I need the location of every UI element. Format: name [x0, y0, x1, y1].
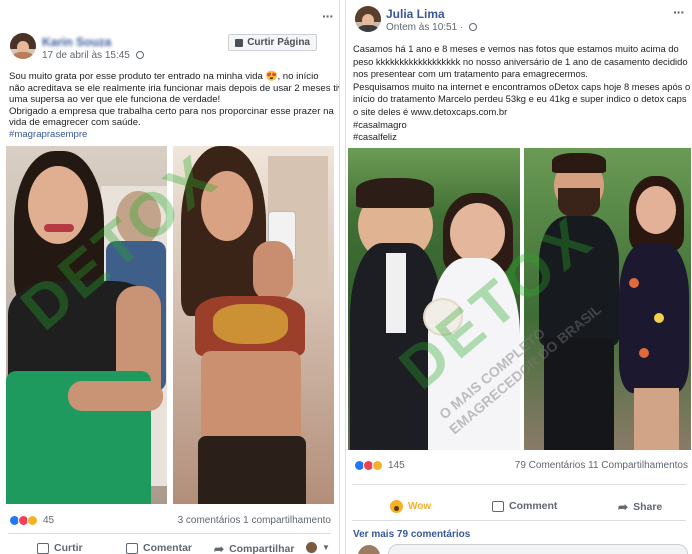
- right-more-options-icon[interactable]: ···: [673, 4, 685, 20]
- comment-bubble-icon: [492, 500, 504, 512]
- right-reaction-count: 145: [388, 460, 405, 471]
- left-like-label: Curtir: [54, 542, 83, 554]
- share-arrow-icon: ➦: [618, 500, 629, 514]
- left-comment-button[interactable]: Comentar: [126, 542, 192, 554]
- thumbs-up-icon: [37, 542, 49, 554]
- left-reaction-summary[interactable]: 45: [9, 515, 54, 526]
- right-comment-label: Comment: [509, 500, 558, 512]
- profile-avatar-icon: [306, 542, 317, 553]
- left-hashtag-link[interactable]: #magraprasempre: [9, 129, 339, 141]
- right-after-photo[interactable]: [524, 148, 691, 450]
- thumbs-up-icon: [235, 38, 244, 47]
- left-author-name[interactable]: Karin Souza: [42, 35, 111, 49]
- left-text-line: uma supersa ao ver que ele funciona de v…: [9, 94, 221, 106]
- left-more-options-icon[interactable]: ···: [322, 8, 334, 24]
- left-before-photo[interactable]: [6, 146, 167, 504]
- left-text-line: não acreditava se ele realmente iria fun…: [9, 82, 340, 94]
- left-comment-label: Comentar: [143, 542, 193, 554]
- right-post-text: Casamos há 1 ano e 8 meses e vemos nas f…: [353, 43, 690, 144]
- share-arrow-icon: ➦: [214, 542, 225, 554]
- chevron-down-icon: ▼: [322, 543, 330, 552]
- right-text-line: Pesquisamos muito na internet e encontra…: [353, 80, 691, 92]
- left-post-timestamp[interactable]: 17 de abril às 15:45: [42, 50, 144, 61]
- globe-icon: [135, 51, 144, 59]
- right-author-name[interactable]: Julia Lima: [386, 7, 445, 21]
- right-reaction-summary[interactable]: 145: [354, 460, 405, 471]
- left-audience-selector[interactable]: ▼: [306, 542, 330, 553]
- comment-bubble-icon: [126, 542, 138, 554]
- right-post-card: Julia Lima Ontem às 10:51 · ··· Casamos …: [345, 0, 692, 554]
- left-text-line: Obrigado a empresa que trabalha certo pa…: [9, 105, 334, 117]
- left-author-avatar[interactable]: [10, 33, 36, 59]
- right-text-line: peso kkkkkkkkkkkkkkkkkk no nosso anivers…: [353, 55, 688, 67]
- right-post-timestamp[interactable]: Ontem às 10:51 ·: [386, 22, 478, 33]
- left-share-label: Compartilhar: [229, 543, 295, 554]
- right-text-line: nos presentear com um tratamento para em…: [353, 68, 589, 80]
- right-wow-button[interactable]: Wow: [390, 500, 431, 513]
- right-comments-shares[interactable]: 79 Comentários 11 Compartilhamentos: [515, 460, 688, 471]
- right-share-button[interactable]: ➦ Share: [618, 500, 662, 514]
- left-text-line: Sou muito grata por esse produto ter ent…: [9, 71, 319, 82]
- left-after-photo[interactable]: [173, 146, 334, 504]
- right-wow-label: Wow: [408, 501, 432, 512]
- left-post-card: Karin Souza 17 de abril às 15:45 ··· Cur…: [0, 0, 340, 554]
- wow-reaction-icon: [372, 460, 383, 471]
- like-page-label: Curtir Página: [247, 37, 310, 48]
- right-share-label: Share: [633, 501, 663, 513]
- right-text-line: o site deles é www.detoxcaps.com.br: [353, 105, 508, 117]
- left-post-time-text[interactable]: 17 de abril às 15:45: [42, 50, 130, 61]
- wow-face-icon: [390, 500, 403, 513]
- left-text-line: vida de emagrecer com saúde.: [9, 117, 141, 129]
- right-comment-button[interactable]: Comment: [492, 500, 557, 512]
- left-post-header: Karin Souza 17 de abril às 15:45 ··· Cur…: [0, 0, 339, 61]
- right-author-avatar[interactable]: [355, 6, 381, 32]
- left-like-button[interactable]: Curtir: [37, 542, 83, 554]
- left-post-text: Sou muito grata por esse produto ter ent…: [9, 71, 340, 141]
- wow-reaction-icon: [27, 515, 38, 526]
- left-share-button[interactable]: ➦ Compartilhar: [214, 542, 294, 554]
- globe-icon: [469, 23, 478, 31]
- right-before-photo[interactable]: [348, 148, 520, 450]
- comment-input[interactable]: [388, 544, 688, 554]
- like-page-button[interactable]: Curtir Página: [228, 34, 317, 51]
- right-hashtag-link[interactable]: #casalmagro: [353, 119, 690, 132]
- left-reaction-count: 45: [43, 515, 55, 526]
- right-hashtag-link[interactable]: #casalfeliz: [353, 131, 690, 144]
- right-action-divider-bottom: [352, 520, 686, 521]
- right-text-line: início do tratamento Marcelo perdeu 53kg…: [353, 93, 687, 105]
- left-comments-shares[interactable]: 3 comentários 1 compartilhamento: [178, 515, 331, 526]
- right-action-divider-top: [352, 484, 686, 485]
- view-more-comments-link[interactable]: Ver mais 79 comentários: [353, 529, 470, 540]
- left-action-divider: [8, 533, 331, 534]
- right-text-line: Casamos há 1 ano e 8 meses e vemos nas f…: [353, 43, 679, 54]
- right-post-time-text[interactable]: Ontem às 10:51 ·: [386, 22, 463, 33]
